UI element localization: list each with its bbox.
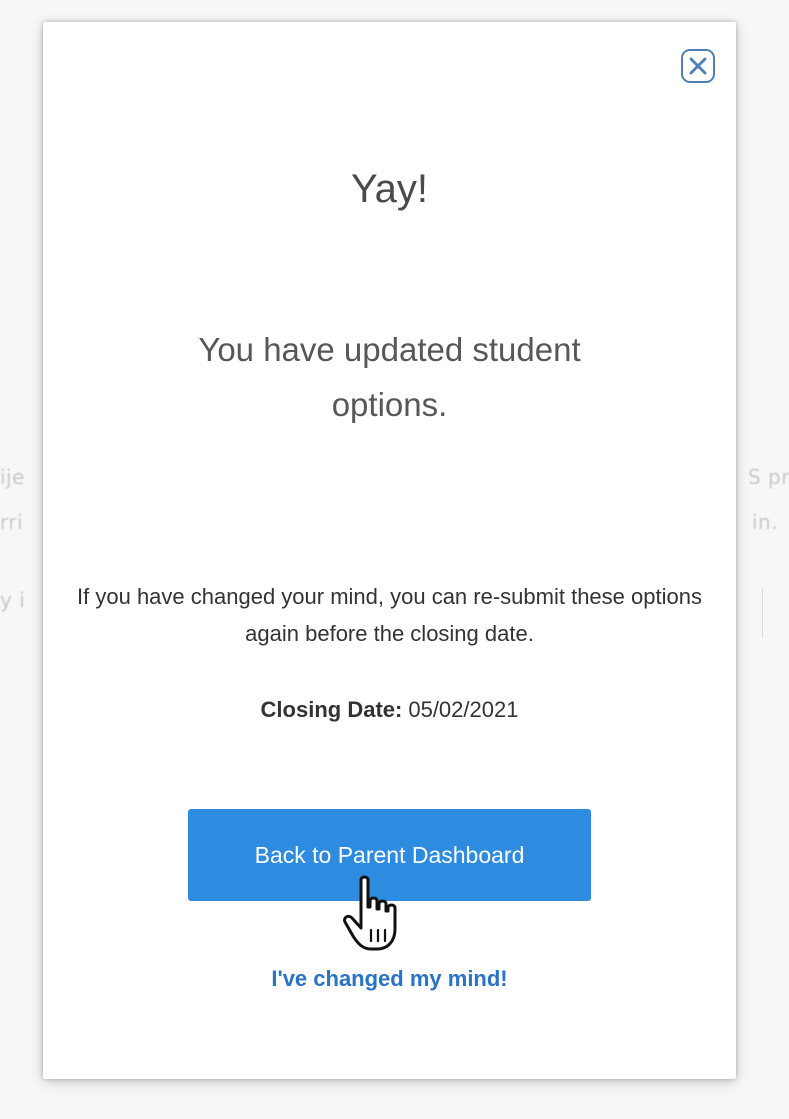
back-to-dashboard-button[interactable]: Back to Parent Dashboard [188,809,591,901]
close-button[interactable] [681,49,715,83]
background-text-fragment: y i [0,588,26,612]
background-text-fragment: ije [0,465,25,489]
background-text-fragment: S pro [748,465,789,489]
confirmation-modal: Yay! You have updated student options. I… [43,22,736,1079]
closing-date-value: 05/02/2021 [408,697,519,722]
background-text-fragment: rri [0,510,24,534]
resubmit-note: If you have changed your mind, you can r… [77,584,702,646]
close-icon [689,57,707,75]
background-divider [762,588,763,638]
modal-title: Yay! [350,167,429,211]
success-message: You have updated student options. [198,331,581,423]
background-text-fragment: in. [752,510,779,534]
closing-date: Closing Date: 05/02/2021 [43,697,736,723]
closing-date-label: Closing Date: [260,697,403,722]
changed-my-mind-link[interactable]: I've changed my mind! [43,966,736,992]
